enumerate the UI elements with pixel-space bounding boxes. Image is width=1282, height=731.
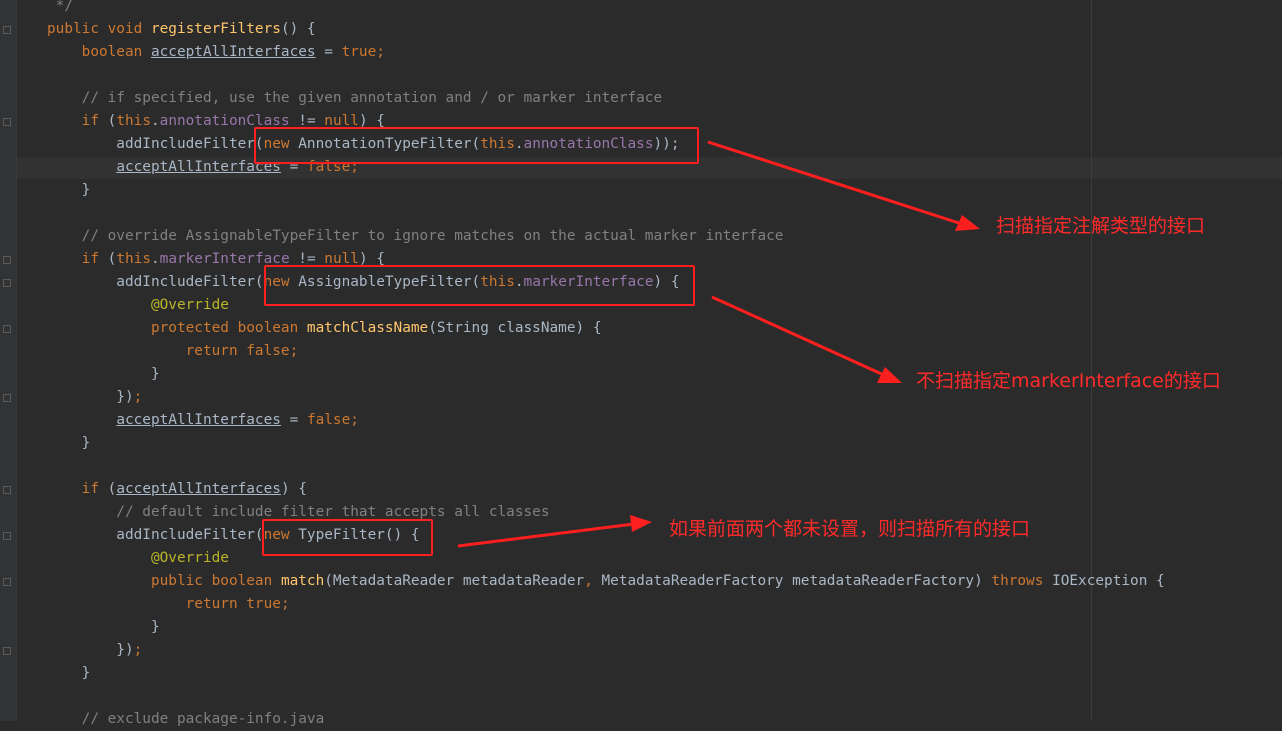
note-scan-annotation-interfaces: 扫描指定注解类型的接口 — [996, 215, 1206, 237]
arrows-layer — [457, 140, 980, 548]
note-scan-all-interfaces: 如果前面两个都未设置，则扫描所有的接口 — [669, 518, 1031, 540]
arrow-to-note3 — [457, 515, 652, 548]
arrow-to-note2 — [711, 295, 902, 383]
note-skip-marker-interface: 不扫描指定markerInterface的接口 — [916, 370, 1221, 392]
arrow-to-note1 — [707, 140, 980, 231]
